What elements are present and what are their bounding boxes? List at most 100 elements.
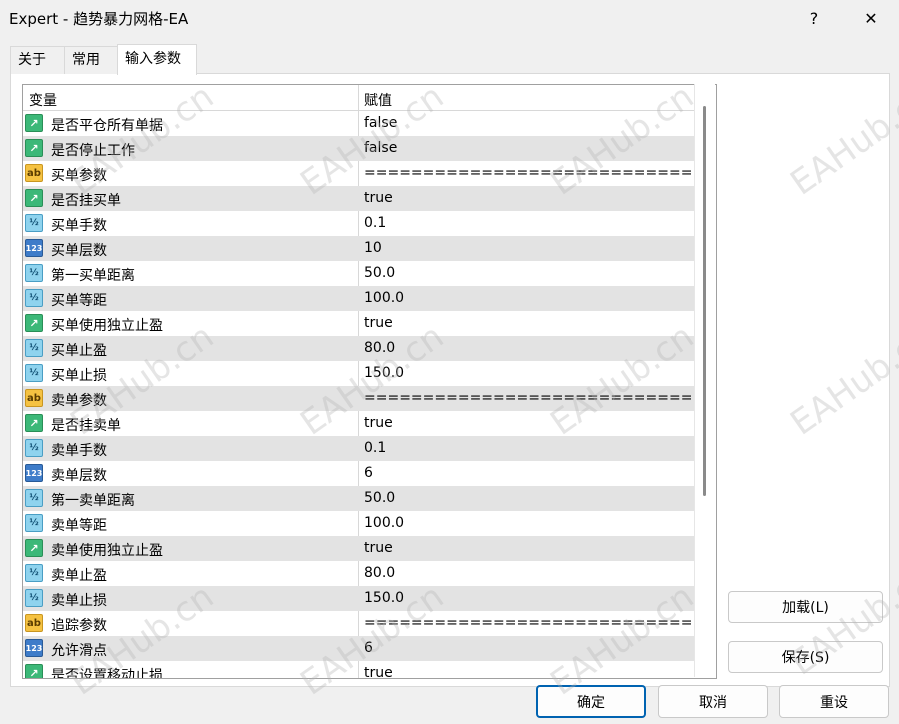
cancel-button[interactable]: 取消 (658, 685, 768, 718)
parameter-row[interactable]: ↗ 是否平仓所有单据 false (23, 111, 694, 136)
parameter-value[interactable]: true (364, 190, 393, 206)
parameter-name: 卖单使用独立止盈 (51, 543, 163, 559)
parameter-row[interactable]: ½ 第一卖单距离 50.0 (23, 486, 694, 511)
vertical-scrollbar[interactable] (694, 84, 715, 677)
double-icon: ½ (25, 439, 43, 457)
parameter-row[interactable]: ½ 第一买单距离 50.0 (23, 261, 694, 286)
parameter-value[interactable]: ============================... (364, 165, 706, 181)
parameter-row[interactable]: ½ 卖单手数 0.1 (23, 436, 694, 461)
parameter-value[interactable]: 50.0 (364, 490, 395, 506)
tab-about[interactable]: 关于 (10, 46, 66, 74)
parameter-row[interactable]: ↗ 是否设置移动止损 true (23, 661, 694, 679)
parameter-value[interactable]: 100.0 (364, 290, 404, 306)
parameter-value[interactable]: ============================... (364, 390, 706, 406)
parameter-row[interactable]: ↗ 卖单使用独立止盈 true (23, 536, 694, 561)
parameter-row[interactable]: ½ 卖单等距 100.0 (23, 511, 694, 536)
string-icon: ab (25, 164, 43, 182)
parameter-row[interactable]: ↗ 是否挂买单 true (23, 186, 694, 211)
parameter-name: 允许滑点 (51, 643, 107, 659)
parameter-row[interactable]: 123 买单层数 10 (23, 236, 694, 261)
parameter-name: 卖单止损 (51, 593, 107, 609)
parameter-name: 是否挂买单 (51, 193, 121, 209)
parameter-value[interactable]: 80.0 (364, 565, 395, 581)
ok-button[interactable]: 确定 (536, 685, 646, 718)
bool-icon: ↗ (25, 314, 43, 332)
parameter-name: 买单层数 (51, 243, 107, 259)
parameter-row[interactable]: 123 卖单层数 6 (23, 461, 694, 486)
parameter-name: 买单使用独立止盈 (51, 318, 163, 334)
double-icon: ½ (25, 339, 43, 357)
parameter-name: 第一卖单距离 (51, 493, 135, 509)
parameter-name: 卖单等距 (51, 518, 107, 534)
parameter-value[interactable]: 6 (364, 465, 373, 481)
parameter-name: 是否设置移动止损 (51, 668, 163, 679)
help-button[interactable]: ? (796, 4, 832, 32)
parameter-value[interactable]: 0.1 (364, 215, 386, 231)
parameter-row[interactable]: ↗ 是否挂卖单 true (23, 411, 694, 436)
parameter-row[interactable]: 123 允许滑点 6 (23, 636, 694, 661)
parameter-value[interactable]: 0.1 (364, 440, 386, 456)
parameter-value[interactable]: false (364, 115, 397, 131)
scrollbar-thumb[interactable] (703, 106, 706, 496)
reset-button[interactable]: 重设 (779, 685, 889, 718)
close-button[interactable]: ✕ (853, 4, 889, 32)
double-icon: ½ (25, 364, 43, 382)
parameter-row[interactable]: ½ 买单手数 0.1 (23, 211, 694, 236)
parameter-value[interactable]: 10 (364, 240, 382, 256)
tab-inputs[interactable]: 输入参数 (117, 44, 197, 75)
parameter-row[interactable]: ½ 买单止损 150.0 (23, 361, 694, 386)
parameter-name: 是否停止工作 (51, 143, 135, 159)
parameter-value[interactable]: ============================... (364, 615, 706, 631)
column-header-variable[interactable]: 变量 (29, 90, 57, 110)
parameter-name: 是否挂卖单 (51, 418, 121, 434)
parameter-value[interactable]: true (364, 415, 393, 431)
double-icon: ½ (25, 489, 43, 507)
double-icon: ½ (25, 289, 43, 307)
parameter-row[interactable]: ab 追踪参数 ============================... (23, 611, 706, 636)
parameter-value[interactable]: false (364, 140, 397, 156)
bool-icon: ↗ (25, 664, 43, 678)
integer-icon: 123 (25, 639, 43, 657)
parameter-value[interactable]: 150.0 (364, 590, 404, 606)
parameter-value[interactable]: 50.0 (364, 265, 395, 281)
parameter-name: 卖单参数 (51, 393, 107, 409)
parameter-name: 卖单止盈 (51, 568, 107, 584)
parameter-value[interactable]: 6 (364, 640, 373, 656)
parameter-value[interactable]: true (364, 315, 393, 331)
parameter-name: 买单止盈 (51, 343, 107, 359)
parameter-value[interactable]: 80.0 (364, 340, 395, 356)
parameter-value[interactable]: 150.0 (364, 365, 404, 381)
bool-icon: ↗ (25, 414, 43, 432)
window-title: Expert - 趋势暴力网格-EA (9, 10, 189, 28)
parameter-row[interactable]: ½ 买单等距 100.0 (23, 286, 694, 311)
integer-icon: 123 (25, 464, 43, 482)
double-icon: ½ (25, 514, 43, 532)
parameter-row[interactable]: ↗ 是否停止工作 false (23, 136, 694, 161)
bool-icon: ↗ (25, 114, 43, 132)
parameter-row[interactable]: ½ 卖单止损 150.0 (23, 586, 694, 611)
parameter-value[interactable]: true (364, 665, 393, 678)
parameter-name: 买单止损 (51, 368, 107, 384)
parameter-value[interactable]: 100.0 (364, 515, 404, 531)
title-bar: Expert - 趋势暴力网格-EA ? ✕ (0, 0, 899, 36)
parameter-name: 卖单层数 (51, 468, 107, 484)
double-icon: ½ (25, 564, 43, 582)
parameter-value[interactable]: true (364, 540, 393, 556)
parameter-name: 买单参数 (51, 168, 107, 184)
parameter-name: 第一买单距离 (51, 268, 135, 284)
parameter-row[interactable]: ab 买单参数 ============================... (23, 161, 706, 186)
double-icon: ½ (25, 589, 43, 607)
parameter-rows: ↗ 是否平仓所有单据 false ↗ 是否停止工作 false ab 买单参数 ========… (23, 111, 706, 679)
parameter-row[interactable]: ½ 买单止盈 80.0 (23, 336, 694, 361)
parameter-row[interactable]: ab 卖单参数 ============================... (23, 386, 706, 411)
bool-icon: ↗ (25, 189, 43, 207)
load-button[interactable]: 加载(L) (728, 591, 883, 623)
tab-common[interactable]: 常用 (64, 46, 120, 74)
parameter-row[interactable]: ↗ 买单使用独立止盈 true (23, 311, 694, 336)
save-button[interactable]: 保存(S) (728, 641, 883, 673)
string-icon: ab (25, 389, 43, 407)
column-header-value[interactable]: 赋值 (364, 90, 392, 110)
parameter-row[interactable]: ½ 卖单止盈 80.0 (23, 561, 694, 586)
parameter-name: 买单等距 (51, 293, 107, 309)
integer-icon: 123 (25, 239, 43, 257)
